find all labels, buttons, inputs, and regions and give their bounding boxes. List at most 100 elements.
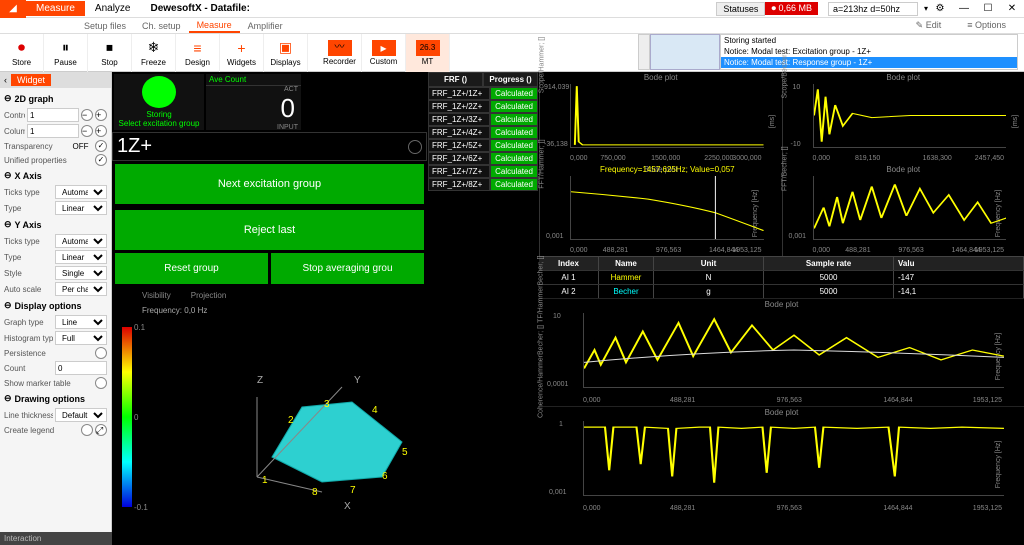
notices-list[interactable]: Storing started Notice: Modal test: Exci… [720,34,1018,70]
sidebar-footer: Interaction [0,532,112,545]
col-index[interactable]: Index [539,257,599,270]
tab-measure[interactable]: Measure [26,1,85,16]
legend-expand[interactable]: ⤢ [95,424,107,436]
coherence-plot[interactable]: Bode plot Coherence/HammerBecher; [] Fre… [539,406,1024,514]
line-thk-select[interactable]: Default [55,408,107,422]
ave-count-box: Ave Count ACT 0 INPUT [206,74,301,130]
channel-name: 1Z+ [117,135,152,158]
close-icon[interactable]: ✕ [1000,0,1024,18]
reject-last-button[interactable]: Reject last [115,210,424,250]
section-yaxis[interactable]: ⊖ Y Axis [0,216,111,233]
scope-becher-plot[interactable]: Bode plot Scope/Becher; [ms] 0,000 819,1… [782,72,1024,164]
frf-row[interactable]: FRF_1Z+/2Z+Calculated [428,100,538,113]
dec-icon[interactable]: − [81,125,93,137]
frf-row[interactable]: FRF_1Z+/8Z+Calculated [428,178,538,191]
x-ticks-select[interactable]: Automatic [55,185,107,199]
y-ticks-select[interactable]: Automatic [55,234,107,248]
hist-type-select[interactable]: Full [55,331,107,345]
memory-status: ⏺ 0,66 MB [765,2,818,15]
design-button[interactable]: ≡Design [176,34,220,72]
y-type-select[interactable]: Linear [55,250,107,264]
col-unit[interactable]: Unit [654,257,764,270]
recorder-display-button[interactable]: 〰Recorder [318,34,362,72]
left-column: Storing Select excitation group Ave Coun… [112,72,427,545]
inc-icon[interactable]: + [95,125,107,137]
reset-group-button[interactable]: Reset group [115,253,268,284]
settings-icon[interactable]: ⚙ [928,0,952,18]
subtab-ch-setup[interactable]: Ch. setup [134,20,189,32]
search-input[interactable] [828,2,918,16]
displays-button[interactable]: ▣Displays [264,34,308,72]
minimize-icon[interactable]: — [952,0,976,18]
frf-row[interactable]: FRF_1Z+/1Z+Calculated [428,87,538,100]
table-row[interactable]: AI 1 Hammer N 5000 -147 [539,270,1024,284]
tf-plot[interactable]: Bode plot TF/HammerBecher; [] Frequency … [539,298,1024,406]
subtab-measure[interactable]: Measure [189,19,240,33]
pause-icon: ⏸ [57,39,75,57]
notice-row[interactable]: Storing started [721,35,1017,46]
frf-row[interactable]: FRF_1Z+/7Z+Calculated [428,165,538,178]
subtab-setup-files[interactable]: Setup files [76,20,134,32]
count-input[interactable] [55,361,107,375]
col-value[interactable]: Valu [894,257,1024,270]
frf-row[interactable]: FRF_1Z+/3Z+Calculated [428,113,538,126]
storing-indicator: Storing Select excitation group [114,74,204,130]
dec-icon[interactable]: − [81,109,93,121]
col-rate[interactable]: Sample rate [764,257,894,270]
frf-row[interactable]: FRF_1Z+/4Z+Calculated [428,126,538,139]
subtab-amplifier[interactable]: Amplifier [240,20,291,32]
scope-hammer-plot[interactable]: Bode plot Scope/Hammer; [] [ms] 0,000 75… [539,72,782,164]
record-icon: ⏺ [13,39,31,57]
notices-preview [650,34,720,70]
mt-display-button[interactable]: 26.3MT [406,34,450,72]
frf-row[interactable]: FRF_1Z+/6Z+Calculated [428,152,538,165]
section-2d-graph[interactable]: ⊖ 2D graph [0,90,111,107]
section-drawing[interactable]: ⊖ Drawing options [0,390,111,407]
fft-hammer-plot[interactable]: Bode plot Frequency=1457,625Hz; Value=0,… [539,164,782,256]
fft-becher-plot[interactable]: Bode plot FFT/Becher; [] Frequency [Hz] … [782,164,1024,256]
auto-scale-select[interactable]: Per channel [55,282,107,296]
maximize-icon[interactable]: ☐ [976,0,1000,18]
store-button[interactable]: ⏺Store [0,34,44,72]
edit-link[interactable]: ✎ Edit [908,19,950,32]
freeze-button[interactable]: ❄Freeze [132,34,176,72]
notice-row[interactable]: Notice: Modal test: Excitation group - 1… [721,46,1017,57]
mt-icon: 26.3 [416,40,440,56]
controls-input[interactable] [27,108,79,122]
inc-icon[interactable]: + [95,109,107,121]
columns-input[interactable] [27,124,79,138]
unified-toggle[interactable] [95,154,107,166]
stop-averaging-button[interactable]: Stop averaging grou [271,253,424,284]
notice-row[interactable]: Notice: Modal test: Response group - 1Z+ [721,57,1017,68]
custom-display-button[interactable]: ▸Custom [362,34,406,72]
section-xaxis[interactable]: ⊖ X Axis [0,167,111,184]
table-row[interactable]: AI 2 Becher g 5000 -14,1 [539,284,1024,298]
tab-analyze[interactable]: Analyze [85,1,141,16]
frf-row[interactable]: FRF_1Z+/5Z+Calculated [428,139,538,152]
graph-type-select[interactable]: Line [55,315,107,329]
geometry-3d-view[interactable]: Visibility Projection Frequency: 0,0 Hz … [112,287,427,545]
y-style-select[interactable]: Single [55,266,107,280]
channel-status-icon[interactable] [408,140,422,154]
marker-readout: Frequency=1457,625Hz; Value=0,057 [600,165,735,174]
legend-toggle[interactable] [81,424,93,436]
channel-row: 1Z+ [112,132,427,161]
notices-scrollbar[interactable] [638,34,650,70]
stop-button[interactable]: ⏹Stop [88,34,132,72]
widgets-button[interactable]: +Widgets [220,34,264,72]
transparency-toggle[interactable] [95,140,107,152]
pause-button[interactable]: ⏸Pause [44,34,88,72]
recorder-icon: 〰 [328,40,352,56]
visibility-tab[interactable]: Visibility [142,291,171,300]
col-name[interactable]: Name [599,257,654,270]
next-excitation-button[interactable]: Next excitation group [115,164,424,204]
options-link[interactable]: ≡ Options [959,19,1014,32]
projection-tab[interactable]: Projection [191,291,227,300]
marker-toggle[interactable] [95,377,107,389]
back-icon[interactable]: ‹ [4,75,7,85]
status-label[interactable]: Statuses [716,2,765,16]
x-type-select[interactable]: Linear [55,201,107,215]
section-display[interactable]: ⊖ Display options [0,297,111,314]
persistence-toggle[interactable] [95,347,107,359]
widget-button[interactable]: Widget [11,74,51,86]
